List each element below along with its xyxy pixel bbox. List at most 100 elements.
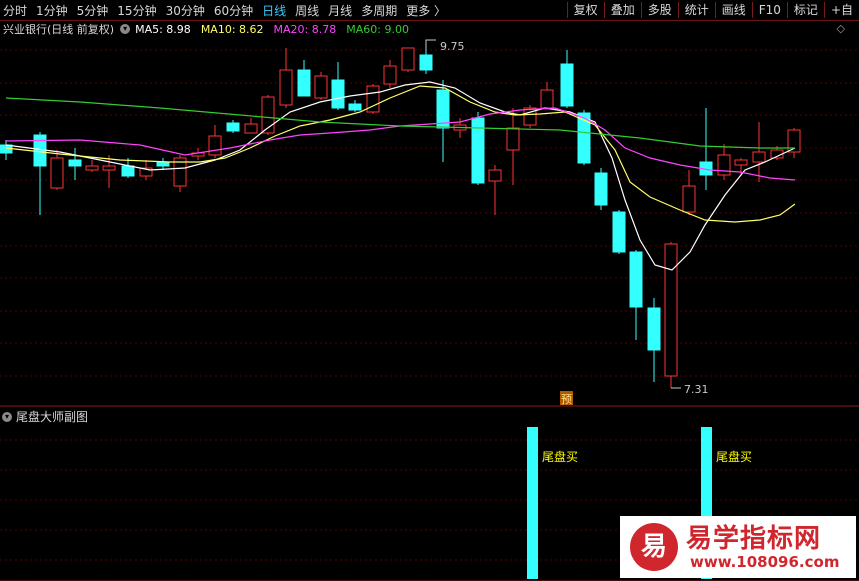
tab-30min[interactable]: 30分钟 — [166, 2, 205, 19]
candle — [102, 155, 116, 188]
candle — [173, 155, 187, 192]
low-price-label: 7.31 — [684, 383, 709, 396]
ma60-value: MA60: 9.00 — [346, 22, 409, 36]
multi-stock-button[interactable]: 多股 — [640, 2, 678, 18]
add-custom-button[interactable]: +自 — [823, 2, 859, 18]
chevron-down-icon[interactable]: ▾ — [120, 24, 131, 34]
candle-body — [629, 251, 643, 308]
candle — [33, 132, 47, 215]
candle-body — [226, 122, 240, 132]
tab-60min[interactable]: 60分钟 — [214, 2, 253, 19]
right-tools: 复权 叠加 多股 统计 画线 F10 标记 +自 — [566, 0, 859, 20]
tab-more[interactable]: 更多 〉 — [406, 2, 446, 19]
candle-body — [488, 169, 502, 182]
candle — [401, 47, 415, 72]
candle — [471, 112, 485, 185]
watermark-name: 易学指标网 — [686, 524, 822, 554]
high-marker — [425, 39, 436, 50]
candlesticks — [0, 47, 801, 388]
candle-body — [102, 165, 116, 171]
signal-label: 尾盘买 — [542, 449, 578, 464]
restore-rights-button[interactable]: 复权 — [566, 2, 604, 18]
candle-body — [85, 165, 99, 171]
candle — [647, 298, 661, 382]
high-price-label: 9.75 — [440, 40, 465, 53]
candle — [419, 50, 433, 74]
tab-daily[interactable]: 日线 — [262, 2, 286, 19]
ma10-value: MA10: 8.62 — [200, 22, 264, 36]
statistics-button[interactable]: 统计 — [677, 2, 715, 18]
candle — [717, 144, 731, 180]
signal-bar: 尾盘买 — [527, 427, 578, 579]
candle — [244, 118, 258, 134]
candle — [540, 82, 554, 110]
candle-body — [752, 151, 766, 163]
candle-body — [560, 63, 574, 107]
ma5-value: MA5: 8.98 — [135, 22, 191, 36]
candle-body — [331, 79, 345, 109]
watermark: 易 易学指标网 www.108096.com — [620, 516, 856, 578]
candle — [348, 100, 362, 112]
draw-line-button[interactable]: 画线 — [714, 2, 752, 18]
watermark-logo: 易 — [630, 523, 678, 571]
overlay-button[interactable]: 叠加 — [603, 2, 641, 18]
tab-15min[interactable]: 15分钟 — [117, 2, 156, 19]
candle — [436, 80, 450, 162]
candle-body — [348, 103, 362, 111]
candle-body — [506, 127, 520, 151]
candle — [297, 60, 311, 97]
mark-button[interactable]: 标记 — [786, 2, 824, 18]
tab-monthly[interactable]: 月线 — [328, 2, 352, 19]
candle — [261, 95, 275, 135]
kline-chart[interactable]: 9.75 7.31 预 尾盘买 尾盘买 — [0, 0, 859, 581]
signal-bar-rect — [527, 427, 538, 579]
ma-legend: 兴业银行(日线 前复权) ▾ MA5: 8.98 MA10: 8.62 MA20… — [0, 21, 419, 37]
stock-title[interactable]: 兴业银行(日线 前复权) — [3, 21, 114, 37]
candle — [208, 125, 222, 158]
candle — [699, 108, 713, 190]
chevron-down-icon[interactable]: ▾ — [2, 411, 12, 422]
candle-body — [279, 69, 293, 106]
candle — [488, 165, 502, 215]
period-tabs: 分时 1分钟 5分钟 15分钟 30分钟 60分钟 日线 周线 月线 多周期 更… — [3, 0, 455, 20]
tab-multi-period[interactable]: 多周期 — [361, 2, 397, 19]
candle-body — [121, 165, 135, 177]
candle — [50, 150, 64, 190]
candle-body — [664, 243, 678, 377]
signal-label: 尾盘买 — [716, 449, 752, 464]
tab-1min[interactable]: 1分钟 — [36, 2, 68, 19]
candle-body — [156, 161, 170, 167]
candle-body — [297, 69, 311, 97]
ma60-line — [5, 97, 795, 149]
candle — [279, 48, 293, 108]
candle-body — [314, 75, 328, 99]
candle-body — [594, 172, 608, 206]
candle — [0, 140, 13, 160]
candle — [366, 84, 380, 114]
candle-body — [50, 157, 64, 189]
ma10-line — [5, 85, 796, 223]
tab-5min[interactable]: 5分钟 — [77, 2, 109, 19]
candle-body — [68, 159, 82, 167]
candle-body — [419, 54, 433, 71]
toolbar: 分时 1分钟 5分钟 15分钟 30分钟 60分钟 日线 周线 月线 多周期 更… — [0, 0, 859, 21]
tab-weekly[interactable]: 周线 — [295, 2, 319, 19]
candle-body — [612, 211, 626, 253]
diamond-icon[interactable]: ◇ — [837, 22, 845, 35]
forecast-badge: 预 — [561, 393, 572, 406]
f10-button[interactable]: F10 — [751, 2, 787, 18]
candle — [85, 160, 99, 172]
candle — [752, 122, 766, 182]
tab-fenshi[interactable]: 分时 — [3, 2, 27, 19]
candle-body — [208, 135, 222, 156]
candle — [612, 210, 626, 254]
candle — [68, 148, 82, 180]
candle — [156, 158, 170, 170]
candle — [664, 242, 678, 388]
candle — [523, 105, 537, 128]
candle — [226, 120, 240, 133]
candle-body — [647, 307, 661, 351]
sub-chart-title[interactable]: 尾盘大师副图 — [16, 408, 88, 425]
candle — [787, 128, 801, 158]
candle — [506, 108, 520, 185]
